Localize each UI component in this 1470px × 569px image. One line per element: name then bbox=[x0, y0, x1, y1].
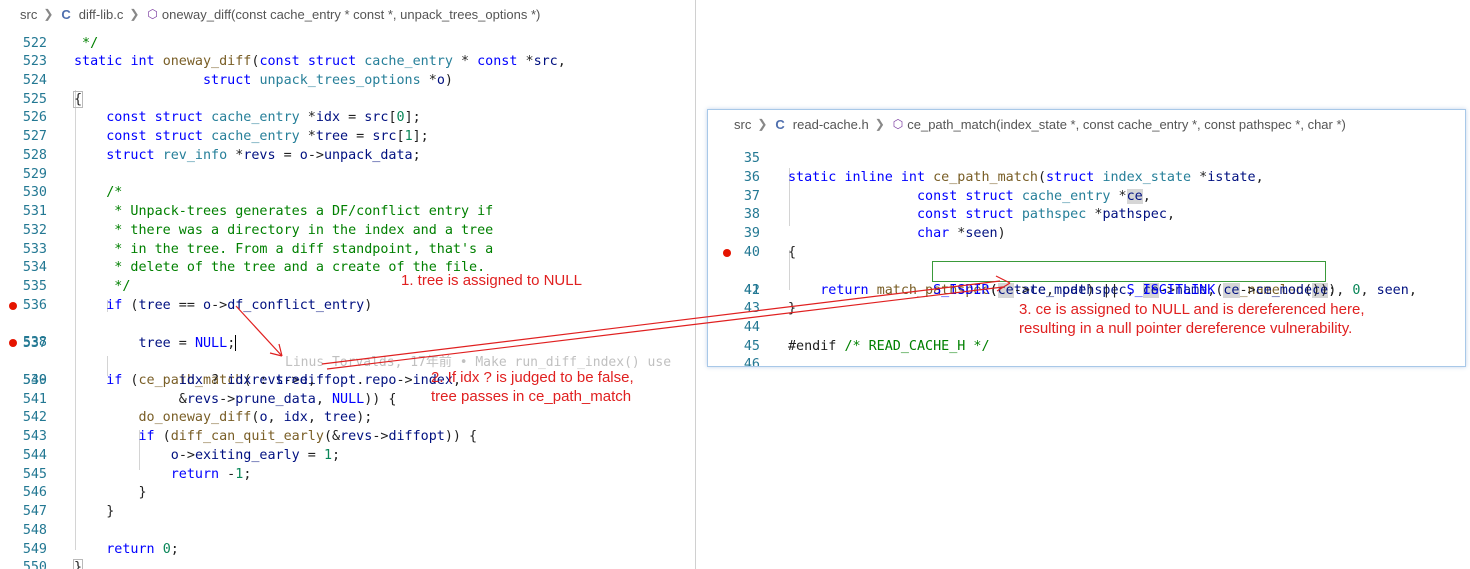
arrow-tree-to-ce bbox=[321, 280, 1001, 365]
annotation-arrows bbox=[235, 275, 1011, 370]
arrow-tree-to-ce-parallel bbox=[326, 286, 1004, 370]
arrow-null-to-tree bbox=[235, 305, 283, 357]
arrow-head bbox=[995, 275, 1011, 292]
